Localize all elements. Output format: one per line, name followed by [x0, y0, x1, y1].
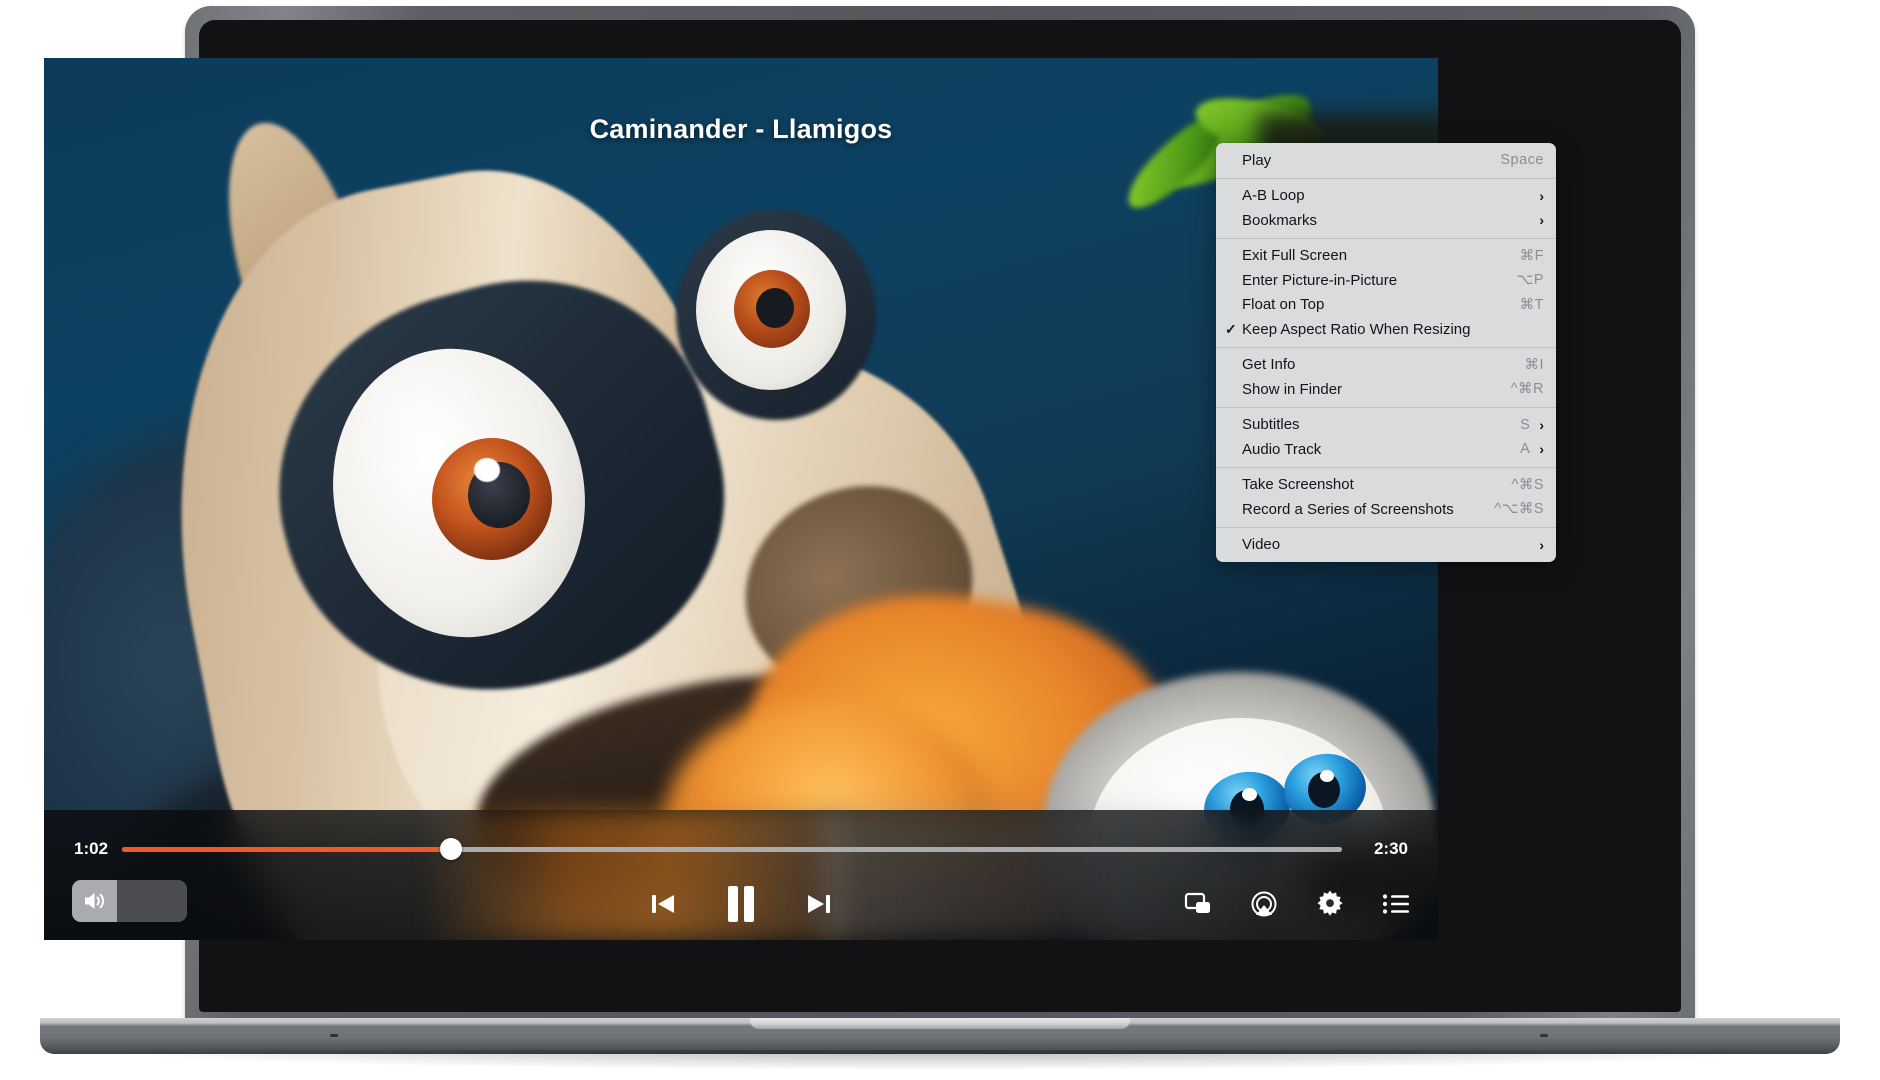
picture-in-picture-icon	[1184, 892, 1210, 913]
playlist-button[interactable]	[1380, 890, 1412, 918]
llama-pupil-right	[756, 288, 794, 328]
menu-item[interactable]: Play Space	[1216, 148, 1556, 173]
menu-item-label: Subtitles	[1242, 416, 1300, 434]
menu-separator	[1216, 177, 1556, 179]
fluffy-creature-glint-right	[1320, 770, 1334, 782]
chevron-right-icon: ›	[1539, 536, 1544, 553]
checkmark-icon: ✓	[1225, 320, 1237, 337]
menu-item-shortcut: A	[1520, 441, 1531, 458]
menu-item-shortcut: ⌘I	[1524, 356, 1544, 373]
menu-item-label: Exit Full Screen	[1242, 247, 1348, 265]
menu-item[interactable]: A-B Loop ›	[1216, 184, 1556, 209]
menu-item[interactable]: Subtitles S ›	[1216, 413, 1556, 438]
menu-item-shortcut: S	[1520, 416, 1531, 433]
menu-item-shortcut: ^⌘S	[1511, 476, 1544, 493]
secondary-controls	[1182, 876, 1412, 932]
menu-separator	[1216, 406, 1556, 408]
picture-in-picture-button[interactable]	[1182, 889, 1214, 919]
menu-item-label: Record a Series of Screenshots	[1242, 500, 1454, 518]
context-menu[interactable]: Play Space A-B Loop › Bookmarks › Exit Full Sc…	[1216, 143, 1556, 562]
laptop-base-foot	[1540, 1034, 1548, 1037]
menu-item[interactable]: Audio Track A ›	[1216, 437, 1556, 462]
menu-item-label: Bookmarks	[1242, 211, 1318, 229]
laptop-base-notch	[750, 1018, 1130, 1029]
menu-separator	[1216, 526, 1556, 528]
playlist-icon	[1382, 894, 1409, 914]
menu-item[interactable]: ✓ Keep Aspect Ratio When Resizing	[1216, 317, 1556, 342]
menu-item[interactable]: Record a Series of Screenshots ^⌥⌘S	[1216, 497, 1556, 522]
chevron-right-icon: ›	[1539, 212, 1544, 229]
menu-item-shortcut: ^⌥⌘S	[1494, 501, 1544, 518]
next-track-icon	[808, 895, 830, 913]
menu-item-label: Show in Finder	[1242, 380, 1343, 398]
menu-item-label: A-B Loop	[1242, 187, 1305, 205]
play-pause-button[interactable]	[720, 880, 762, 928]
llama-eye-glint	[474, 458, 500, 482]
chevron-right-icon: ›	[1539, 441, 1544, 458]
menu-separator	[1216, 466, 1556, 468]
menu-item-label: Video	[1242, 536, 1281, 554]
laptop-shadow	[110, 1050, 1770, 1070]
menu-item-shortcut: ⌘F	[1519, 247, 1544, 264]
menu-item[interactable]: Float on Top ⌘T	[1216, 293, 1556, 318]
screenshot-stage: Caminander - Llamigos 1:02 2:30 Play Spa…	[0, 0, 1880, 1080]
laptop-base-foot	[330, 1034, 338, 1037]
video-title: Caminander - Llamigos	[589, 114, 893, 144]
duration-label: 2:30	[1373, 839, 1408, 858]
chevron-right-icon: ›	[1539, 187, 1544, 204]
menu-item-label: Audio Track	[1242, 440, 1322, 458]
settings-button[interactable]	[1314, 888, 1346, 920]
menu-item[interactable]: Video ›	[1216, 533, 1556, 558]
menu-item-label: Keep Aspect Ratio When Resizing	[1242, 320, 1471, 338]
menu-item-label: Play	[1242, 151, 1272, 169]
seek-thumb[interactable]	[440, 838, 463, 860]
volume-slider[interactable]	[72, 880, 187, 922]
menu-item-shortcut: ⌥P	[1516, 272, 1544, 289]
menu-item-label: Float on Top	[1242, 296, 1325, 314]
gear-icon	[1317, 890, 1343, 916]
menu-item-shortcut: ^⌘R	[1510, 381, 1544, 398]
pause-icon	[728, 886, 754, 922]
speaker-wave-icon[interactable]	[82, 889, 110, 913]
menu-item-shortcut: Space	[1500, 152, 1544, 169]
menu-item-shortcut: ⌘T	[1519, 296, 1544, 313]
seek-row: 1:02 2:30	[44, 834, 1438, 864]
airplay-icon	[1251, 891, 1277, 917]
menu-item[interactable]: Enter Picture-in-Picture ⌥P	[1216, 268, 1556, 293]
menu-item-label: Take Screenshot	[1242, 476, 1354, 494]
playback-control-bar: 1:02 2:30	[44, 810, 1438, 940]
menu-item[interactable]: Take Screenshot ^⌘S	[1216, 473, 1556, 498]
menu-item-label: Get Info	[1242, 356, 1296, 374]
current-time-label: 1:02	[74, 839, 109, 858]
menu-item[interactable]: Exit Full Screen ⌘F	[1216, 244, 1556, 269]
previous-track-icon	[652, 895, 674, 913]
next-button[interactable]	[800, 886, 838, 922]
menu-separator	[1216, 237, 1556, 239]
airplay-button[interactable]	[1248, 889, 1280, 919]
menu-item-label: Enter Picture-in-Picture	[1242, 271, 1398, 289]
menu-item[interactable]: Bookmarks ›	[1216, 208, 1556, 233]
fluffy-creature-glint-left	[1242, 788, 1257, 801]
chevron-right-icon: ›	[1539, 416, 1544, 433]
button-row	[44, 876, 1438, 932]
menu-item[interactable]: Get Info ⌘I	[1216, 353, 1556, 378]
previous-button[interactable]	[644, 886, 682, 922]
seek-bar[interactable]	[122, 834, 1342, 864]
menu-separator	[1216, 346, 1556, 348]
seek-progress-fill	[122, 846, 452, 852]
transport-controls	[644, 876, 838, 932]
menu-item[interactable]: Show in Finder ^⌘R	[1216, 377, 1556, 402]
